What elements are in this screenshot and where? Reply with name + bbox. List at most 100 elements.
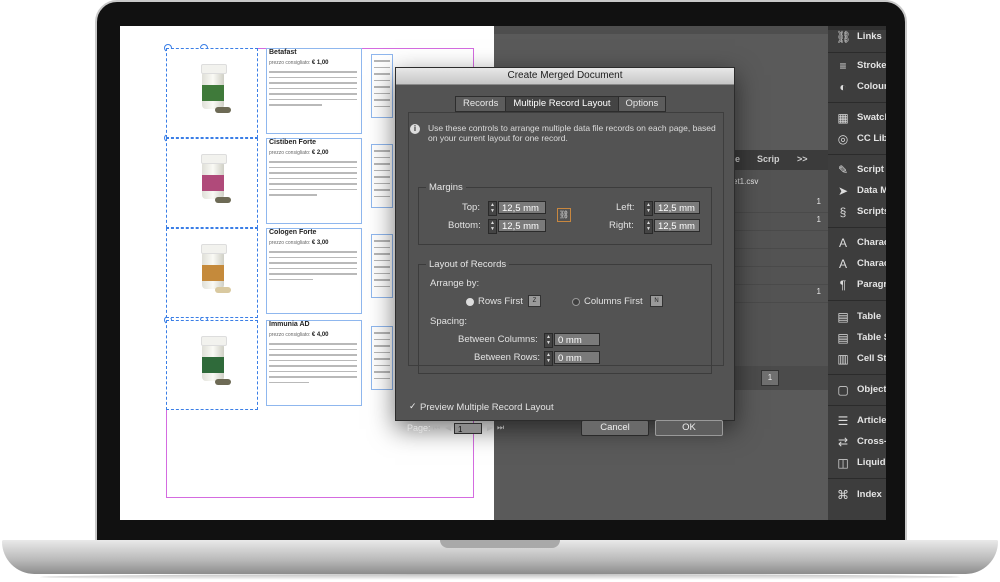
dock-item-table[interactable]: ▤ Table [828, 306, 886, 328]
price-label: prezzo consigliato: [269, 150, 311, 156]
bottom-margin-field[interactable]: 12,5 mm [498, 219, 546, 232]
pills-image [215, 287, 231, 293]
product-name: Betafast [269, 49, 297, 56]
right-margin-field[interactable]: 12,5 mm [654, 219, 700, 232]
preview-label[interactable]: Preview Multiple Record Layout [420, 402, 554, 413]
dock-item-stroke[interactable]: ≡ Stroke [828, 55, 886, 77]
product-name: Cistiben Forte [269, 139, 317, 146]
left-stepper[interactable]: ▲ ▼ [644, 201, 653, 216]
between-rows-field[interactable]: 0 mm [554, 351, 600, 364]
dock-item-label: Object Styles [857, 384, 886, 395]
top-margin-field[interactable]: 12,5 mm [498, 201, 546, 214]
next-page-icon[interactable]: ▶ [487, 423, 493, 432]
panel-tab[interactable]: e [735, 154, 740, 164]
dock-item-cc-libraries[interactable]: ◎ CC Libraries [828, 128, 886, 150]
tab-multiple-record-layout[interactable]: Multiple Record Layout [505, 96, 619, 112]
right-stepper[interactable]: ▲ ▼ [644, 219, 653, 234]
ingredients-table-frame[interactable] [371, 54, 393, 118]
product-text-frame[interactable]: Cologen Forte prezzo consigliato: € 3,00 [266, 228, 362, 314]
left-label: Left: [616, 202, 635, 213]
data-merge-row[interactable] [733, 266, 829, 285]
between-columns-field[interactable]: 0 mm [554, 333, 600, 346]
dock-item-articles[interactable]: ☰ Articles [828, 410, 886, 432]
last-page-icon[interactable]: ⏭ [497, 423, 504, 433]
dock-item-index[interactable]: ⌘ Index [828, 484, 886, 506]
between-rows-label: Between Rows: [474, 352, 541, 363]
panel-expand-icon[interactable]: >> [797, 154, 808, 164]
product-jar-image [201, 244, 227, 289]
dock-item-colour[interactable]: ◐ Colour [828, 76, 886, 98]
product-price: € 4,00 [311, 332, 329, 338]
data-merge-row[interactable] [733, 230, 829, 249]
product-text-frame[interactable]: Betafast prezzo consigliato: € 1,00 [266, 48, 362, 134]
product-image-frame[interactable] [166, 320, 258, 410]
bottom-stepper[interactable]: ▲ ▼ [488, 219, 497, 234]
product-price: € 2,00 [311, 150, 329, 156]
dock-item-label: Cross-References [857, 436, 886, 447]
dock-item-liquid-layout[interactable]: ◫ Liquid Layout [828, 452, 886, 474]
record-number-field[interactable]: 1 [761, 370, 779, 386]
dialog-title[interactable]: Create Merged Document [396, 68, 734, 85]
product-price: € 1,00 [311, 60, 329, 66]
data-merge-record-nav: 1 [733, 366, 829, 390]
dock-item-label: Character [857, 237, 886, 248]
dock-item-swatches[interactable]: ▦ Swatches [828, 107, 886, 129]
rows-first-label[interactable]: Rows First [478, 296, 523, 307]
dock-item-character-styles[interactable]: A Character Styles [828, 253, 886, 275]
between-columns-label: Between Columns: [458, 334, 538, 345]
product-text-frame[interactable]: Immunia AD prezzo consigliato: € 4,00 [266, 320, 362, 406]
panel-tab-scripts[interactable]: Scrip [757, 154, 780, 164]
columns-first-radio[interactable] [572, 298, 580, 306]
dock-item-label: Index [857, 489, 882, 500]
laptop-mockup: Betafast prezzo consigliato: € 1,00 Cist… [0, 0, 1000, 582]
dock-item-cross-references[interactable]: ⇄ Cross-References [828, 431, 886, 453]
previous-page-icon[interactable]: ◀ [445, 423, 451, 432]
preview-checkbox[interactable]: ✓ [409, 402, 418, 411]
ingredients-table-frame[interactable] [371, 144, 393, 208]
product-jar-image [201, 336, 227, 381]
paragraph-icon: ¶ [839, 278, 847, 292]
dock-item-character[interactable]: A Character [828, 232, 886, 254]
data-merge-row[interactable]: 1 [733, 194, 829, 213]
columns-first-icon: N [650, 295, 663, 307]
colour-icon: ◐ [839, 80, 847, 94]
data-source-filename: et1.csv [733, 177, 759, 186]
rows-first-icon: Z [528, 295, 541, 307]
product-text-frame[interactable]: Cistiben Forte prezzo consigliato: € 2,0… [266, 138, 362, 224]
tab-options[interactable]: Options [617, 96, 667, 112]
dock-item-script-label[interactable]: ✎ Script Label [828, 159, 886, 181]
dock-item-table-styles[interactable]: ▤ Table Styles [828, 327, 886, 349]
rows-first-radio[interactable] [466, 298, 474, 306]
dock-item-object-styles[interactable]: ▢ Object Styles [828, 379, 886, 401]
articles-icon: ☰ [837, 414, 849, 428]
between-columns-stepper[interactable]: ▲ ▼ [544, 333, 553, 348]
product-image-frame[interactable] [166, 138, 258, 228]
product-image-frame[interactable] [166, 228, 258, 318]
ok-button[interactable]: OK [655, 420, 723, 436]
ingredients-table-frame[interactable] [371, 326, 393, 390]
cancel-button[interactable]: Cancel [581, 420, 649, 436]
index-icon: ⌘ [837, 488, 849, 502]
dock-item-scripts[interactable]: § Scripts [828, 201, 886, 223]
dock-item-links[interactable]: ⛓ Links [828, 26, 886, 48]
tab-records[interactable]: Records [455, 96, 507, 112]
top-stepper[interactable]: ▲ ▼ [488, 201, 497, 216]
page-number-field[interactable]: 1 [454, 423, 482, 434]
product-price: € 3,00 [311, 240, 329, 246]
columns-first-label[interactable]: Columns First [584, 296, 643, 307]
panel-dock: ⛓ Links ≡ Stroke ◐ Colour ▦ Swatches ◎ CC Lib… [828, 26, 886, 520]
data-merge-row[interactable]: 1 [733, 212, 829, 231]
dock-item-cell-styles[interactable]: ▥ Cell Styles [828, 348, 886, 370]
between-rows-stepper[interactable]: ▲ ▼ [544, 351, 553, 366]
dock-item-data-merge[interactable]: ➤ Data Merge [828, 180, 886, 202]
make-all-settings-same-icon[interactable]: ⛓ [557, 208, 571, 222]
spacing-label: Spacing: [430, 316, 467, 327]
script-label-icon: ✎ [837, 163, 849, 177]
data-merge-row[interactable]: 1 [733, 284, 829, 303]
first-page-icon[interactable]: ⏮ [433, 423, 440, 433]
ingredients-table-frame[interactable] [371, 234, 393, 298]
dock-item-paragraph[interactable]: ¶ Paragraph [828, 274, 886, 296]
product-image-frame[interactable] [166, 48, 258, 138]
data-merge-row[interactable] [733, 248, 829, 267]
left-margin-field[interactable]: 12,5 mm [654, 201, 700, 214]
